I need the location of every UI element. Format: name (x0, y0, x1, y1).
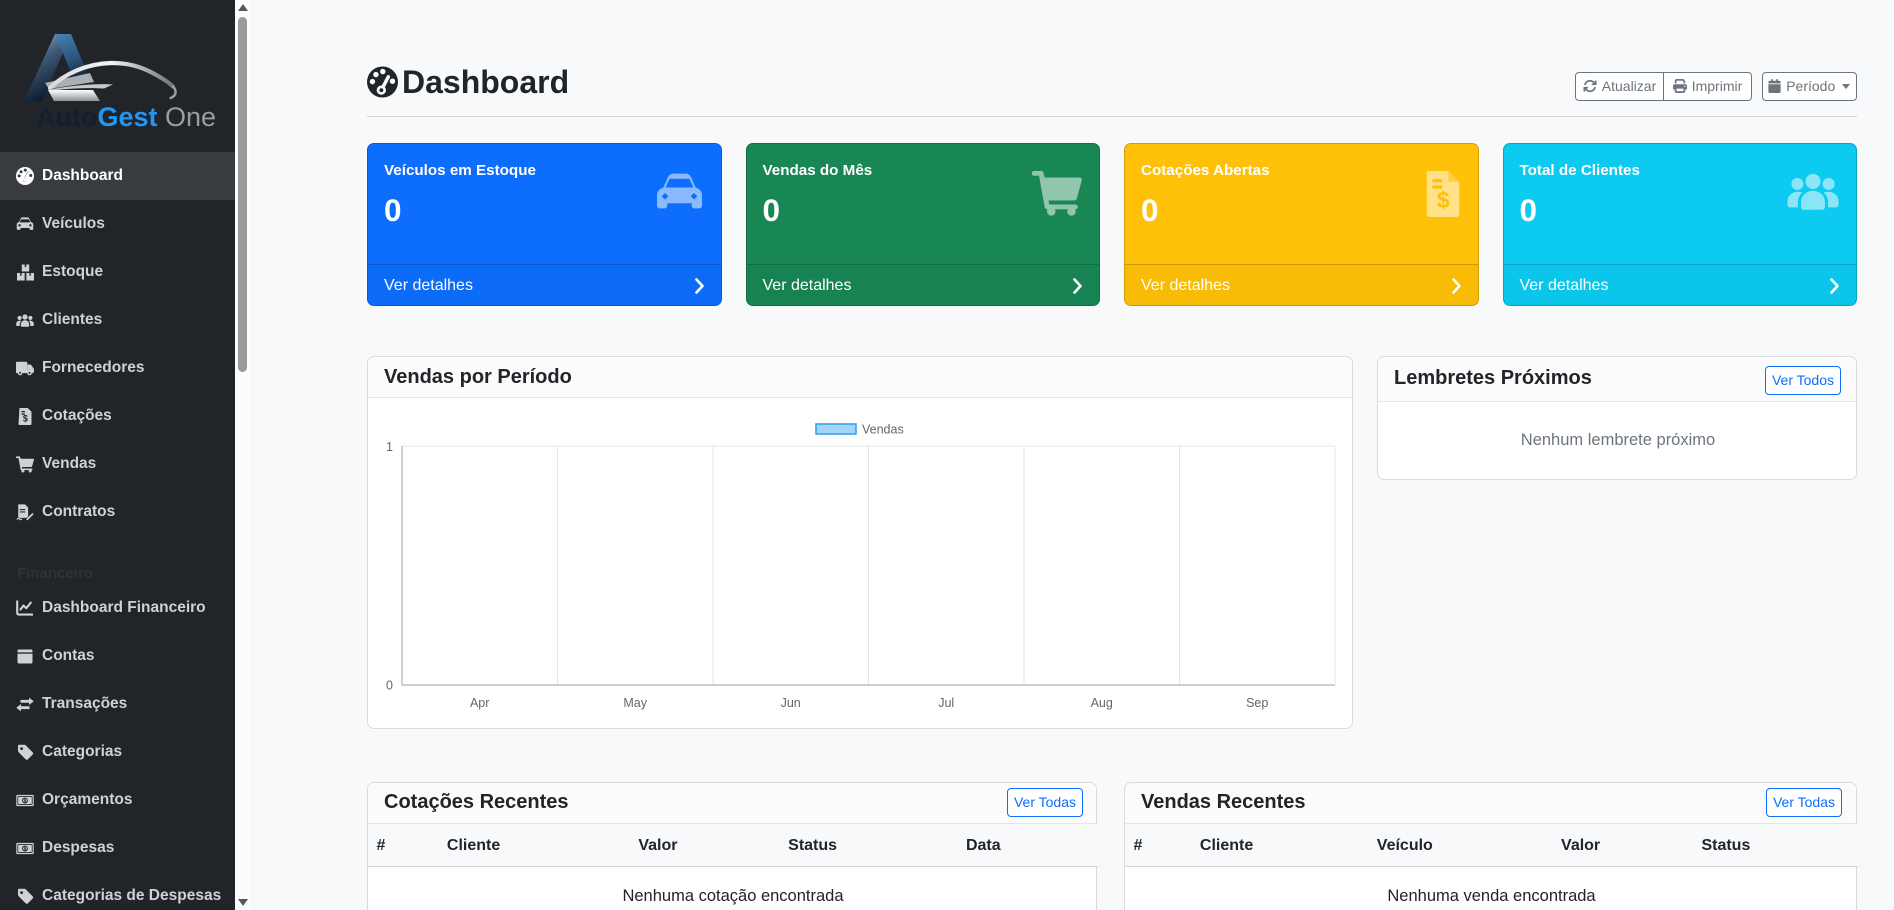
svg-text:May: May (623, 696, 647, 710)
svg-text:1: 1 (386, 440, 393, 454)
svg-text:Apr: Apr (470, 696, 489, 710)
svg-text:$: $ (23, 413, 28, 423)
svg-text:Jul: Jul (938, 696, 954, 710)
svg-text:Aug: Aug (1091, 696, 1113, 710)
svg-text:$: $ (1436, 187, 1449, 213)
svg-text:Jun: Jun (781, 696, 801, 710)
svg-text:0: 0 (386, 679, 393, 693)
svg-text:Sep: Sep (1246, 696, 1268, 710)
svg-text:Vendas: Vendas (862, 423, 904, 437)
svg-text:AutoGest One: AutoGest One (36, 102, 216, 132)
